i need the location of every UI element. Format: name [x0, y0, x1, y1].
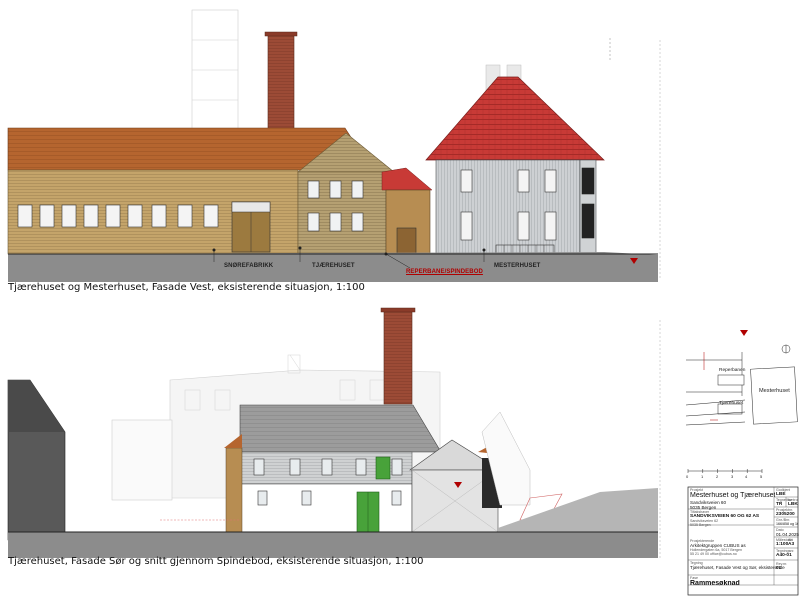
field-value-scale: 1:100: [776, 542, 789, 547]
field-value-checked: LBK: [788, 502, 798, 507]
elevation-bottom-caption: Tjærehuset, Fasade Sør og snitt gjennom …: [8, 556, 424, 567]
scale-tick-2: 2: [716, 474, 719, 479]
scale-tick-5: 5: [760, 474, 763, 479]
field-value-drawn-by: TR: [776, 502, 783, 507]
field-value-project-no: 2305200: [776, 512, 795, 517]
client-address-2: 5035 Bergen: [690, 523, 711, 527]
label-mesterhuset: MESTERHUSET: [494, 263, 541, 269]
scale-tick-1: 1: [701, 474, 704, 479]
site-label-mesterhuset: Mesterhuset: [759, 388, 790, 394]
designer-contact: 55 21 49 00 office@cubus.no: [690, 552, 737, 556]
elevation-drawing: [7, 9, 799, 596]
label-snorefabrikk: SNØREFABRIKK: [224, 263, 274, 269]
field-value-approved: LBE: [776, 492, 786, 497]
phase-value: Rammesøknad: [690, 580, 740, 587]
site-label-tjaerehuset: Tjærehuset: [719, 401, 744, 406]
site-label-reperbanen: Reperbanen: [719, 368, 746, 373]
field-value-drawing-no: A40-01: [776, 553, 792, 558]
field-value-gnr-bnr: 166/858 og 166/859: [776, 522, 798, 526]
scale-tick-0: 0: [686, 474, 689, 479]
drawing-sheet: Tjærehuset og Mesterhuset, Fasade Vest, …: [0, 0, 800, 600]
scale-tick-4: 4: [745, 474, 748, 479]
scale-tick-3: 3: [731, 474, 734, 479]
field-value-rev: 01: [776, 566, 782, 571]
field-value-sheet: A3: [788, 542, 795, 547]
field-value-date: 01.04.2025: [776, 532, 799, 537]
elevation-top-caption: Tjærehuset og Mesterhuset, Fasade Vest, …: [8, 282, 365, 293]
label-tjaerehuset: TJÆREHUSET: [312, 263, 355, 269]
drawing-title: Tjærehuset, Fasade Vest og Sør, eksister…: [690, 565, 785, 570]
label-reperbane-spindebod: REPERBANE/SPINDEBOD: [406, 269, 483, 275]
project-name: Mesterhuset og Tjærehuset: [690, 492, 776, 499]
title-block: Prosjekt Mesterhuset og Tjærehuset Sandv…: [688, 487, 799, 595]
